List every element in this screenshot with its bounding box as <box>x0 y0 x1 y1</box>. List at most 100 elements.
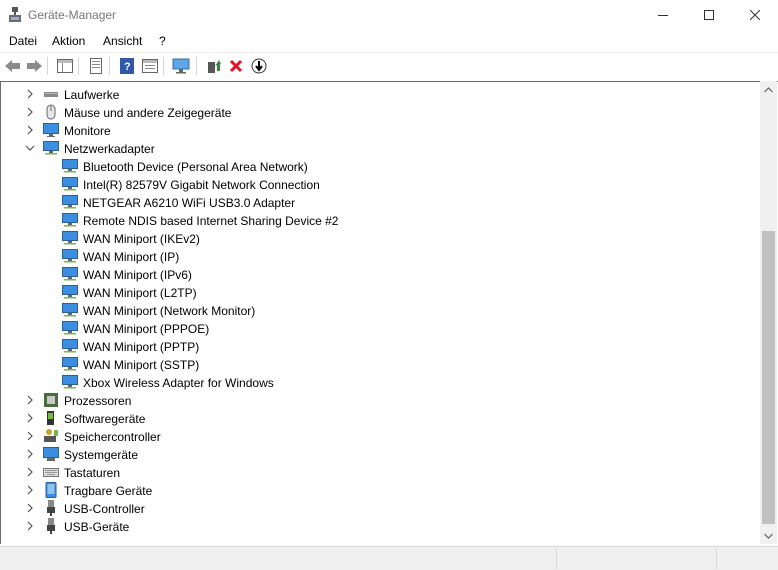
tree-category-tastaturen[interactable]: Tastaturen <box>1 463 759 481</box>
tree-device-item[interactable]: WAN Miniport (IP) <box>1 247 759 265</box>
back-button[interactable] <box>3 56 23 76</box>
tree-label: Tastaturen <box>64 466 121 480</box>
tree-label: WAN Miniport (IP) <box>83 250 180 264</box>
tree-device-item[interactable]: NETGEAR A6210 WiFi USB3.0 Adapter <box>1 193 759 211</box>
tree-label: Xbox Wireless Adapter for Windows <box>83 376 274 390</box>
toolbar-separator <box>47 57 48 75</box>
minimize-button[interactable] <box>640 0 686 30</box>
help-button[interactable]: ? <box>117 56 137 76</box>
tree-device-item[interactable]: Xbox Wireless Adapter for Windows <box>1 373 759 391</box>
tree-label: Prozessoren <box>64 394 132 408</box>
menu-datei[interactable]: Datei <box>9 34 37 48</box>
scrollbar-thumb[interactable] <box>762 231 775 524</box>
tree-device-item[interactable]: Bluetooth Device (Personal Area Network) <box>1 157 759 175</box>
menu-aktion[interactable]: Aktion <box>52 34 85 48</box>
network-adapter-icon <box>62 159 78 173</box>
tree-device-item[interactable]: WAN Miniport (IPv6) <box>1 265 759 283</box>
tree-label: WAN Miniport (SSTP) <box>83 358 200 372</box>
tree-category-tragbare-geraete[interactable]: Tragbare Geräte <box>1 481 759 499</box>
tree-label: WAN Miniport (PPTP) <box>83 340 200 354</box>
tree-category-laufwerke[interactable]: Laufwerke <box>1 85 759 103</box>
tree-label: Systemgeräte <box>64 448 139 462</box>
tree-category-monitore[interactable]: Monitore <box>1 121 759 139</box>
network-adapter-icon <box>62 213 78 227</box>
chevron-right-icon <box>27 467 33 477</box>
tree-category-speichercontroller[interactable]: Speichercontroller <box>1 427 759 445</box>
status-bar <box>0 546 778 570</box>
tree-label: WAN Miniport (IPv6) <box>83 268 192 282</box>
maximize-button[interactable] <box>686 0 732 30</box>
disable-device-button[interactable] <box>249 56 269 76</box>
vertical-scrollbar[interactable] <box>760 81 777 544</box>
menu-help[interactable]: ? <box>159 34 166 48</box>
tree-device-item[interactable]: WAN Miniport (L2TP) <box>1 283 759 301</box>
tree-label: Intel(R) 82579V Gigabit Network Connecti… <box>83 178 320 192</box>
properties-icon <box>90 58 102 74</box>
tree-category-usb-controller[interactable]: USB-Controller <box>1 499 759 517</box>
view-button[interactable] <box>140 56 160 76</box>
tree-category-systemgeraete[interactable]: Systemgeräte <box>1 445 759 463</box>
tree-device-item[interactable]: WAN Miniport (PPPOE) <box>1 319 759 337</box>
keyboard-icon <box>43 468 59 477</box>
network-adapter-icon <box>62 357 78 371</box>
chevron-down-icon <box>25 145 35 151</box>
menu-bar: Datei Aktion Ansicht ? <box>0 30 778 52</box>
tree-category-softwaregeraete[interactable]: Softwaregeräte <box>1 409 759 427</box>
svg-text:?: ? <box>124 61 131 73</box>
chevron-right-icon <box>27 395 33 405</box>
scroll-down-button[interactable] <box>760 527 777 544</box>
menu-ansicht[interactable]: Ansicht <box>103 34 142 48</box>
tree-label: NETGEAR A6210 WiFi USB3.0 Adapter <box>83 196 296 210</box>
disable-icon <box>251 58 267 74</box>
tree-label: Remote NDIS based Internet Sharing Devic… <box>83 214 339 228</box>
network-adapter-icon <box>62 303 78 317</box>
tree-label: Netzwerkadapter <box>64 142 155 156</box>
scan-hardware-button[interactable] <box>171 56 191 76</box>
tree-label: Softwaregeräte <box>64 412 146 426</box>
update-driver-icon <box>208 60 221 73</box>
network-adapter-icon <box>62 339 78 353</box>
chevron-down-icon <box>764 533 773 539</box>
tree-device-item[interactable]: WAN Miniport (PPTP) <box>1 337 759 355</box>
network-adapter-icon <box>62 231 78 245</box>
mouse-icon <box>46 104 56 120</box>
status-pane <box>556 549 716 569</box>
forward-button[interactable] <box>24 56 44 76</box>
network-adapter-icon <box>43 141 59 155</box>
update-driver-button[interactable] <box>204 56 224 76</box>
chevron-right-icon <box>27 503 33 513</box>
processor-icon <box>44 393 58 407</box>
close-button[interactable] <box>732 0 778 30</box>
network-adapter-icon <box>62 375 78 389</box>
tree-category-netzwerkadapter[interactable]: Netzwerkadapter <box>1 139 759 157</box>
tree-device-item[interactable]: Remote NDIS based Internet Sharing Devic… <box>1 211 759 229</box>
toolbar-separator <box>78 57 79 75</box>
properties-button[interactable] <box>86 56 106 76</box>
tree-device-item[interactable]: Intel(R) 82579V Gigabit Network Connecti… <box>1 175 759 193</box>
chevron-right-icon <box>27 107 33 117</box>
back-icon <box>5 60 20 72</box>
tree-device-item[interactable]: WAN Miniport (SSTP) <box>1 355 759 373</box>
toolbar: ? <box>0 53 778 79</box>
tree-label: Mäuse und andere Zeigegeräte <box>64 106 232 120</box>
title-bar: Geräte-Manager <box>0 0 778 30</box>
tree-device-item[interactable]: WAN Miniport (IKEv2) <box>1 229 759 247</box>
show-hide-tree-button[interactable] <box>55 56 75 76</box>
tree-category-prozessoren[interactable]: Prozessoren <box>1 391 759 409</box>
monitor-icon <box>43 123 59 137</box>
uninstall-icon <box>229 59 243 73</box>
storage-controller-icon <box>44 429 58 442</box>
device-tree: Laufwerke Mäuse und andere Zeigegeräte M… <box>1 82 759 544</box>
chevron-right-icon <box>27 449 33 459</box>
scroll-up-button[interactable] <box>760 81 777 98</box>
tree-label: WAN Miniport (IKEv2) <box>83 232 200 246</box>
uninstall-button[interactable] <box>226 56 246 76</box>
tree-category-usb-geraete[interactable]: USB-Geräte <box>1 517 759 535</box>
chevron-right-icon <box>27 89 33 99</box>
chevron-right-icon <box>27 485 33 495</box>
help-icon: ? <box>120 58 134 74</box>
tree-label: Monitore <box>64 124 111 138</box>
tree-category-maeuse[interactable]: Mäuse und andere Zeigegeräte <box>1 103 759 121</box>
tree-device-item[interactable]: WAN Miniport (Network Monitor) <box>1 301 759 319</box>
chevron-right-icon <box>27 125 33 135</box>
